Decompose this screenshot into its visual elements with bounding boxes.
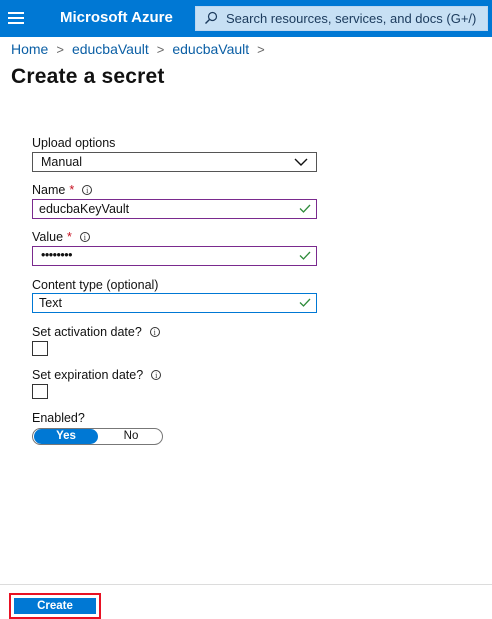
upload-options-dropdown[interactable]: Manual xyxy=(32,152,317,172)
breadcrumb: Home > educbaVault > educbaVault > xyxy=(11,41,273,57)
top-bar: Microsoft Azure xyxy=(0,0,492,37)
expiration-date-label: Set expiration date? i xyxy=(32,368,162,382)
enabled-label: Enabled? xyxy=(32,411,85,425)
required-marker: * xyxy=(69,183,75,197)
required-marker: * xyxy=(67,230,72,244)
upload-options-value: Manual xyxy=(41,155,82,169)
name-label-text: Name xyxy=(32,183,66,197)
info-icon[interactable]: i xyxy=(151,370,162,380)
footer-divider xyxy=(0,584,492,585)
enabled-toggle[interactable]: Yes No xyxy=(32,428,163,445)
expiration-date-label-text: Set expiration date? xyxy=(32,368,144,382)
breadcrumb-home[interactable]: Home xyxy=(11,41,48,57)
page-title: Create a secret xyxy=(11,65,165,88)
breadcrumb-separator: > xyxy=(56,41,64,57)
value-label-text: Value xyxy=(32,230,64,244)
enabled-label-text: Enabled? xyxy=(32,411,85,425)
breadcrumb-separator: > xyxy=(156,41,165,57)
value-field[interactable]: •••••••• xyxy=(32,246,317,266)
create-button[interactable]: Create xyxy=(14,598,96,614)
enabled-yes-option[interactable]: Yes xyxy=(34,429,98,444)
enabled-no-option[interactable]: No xyxy=(103,429,159,444)
name-input[interactable] xyxy=(39,200,289,218)
breadcrumb-vault-current[interactable]: educbaVault xyxy=(172,41,249,57)
activation-date-label-text: Set activation date? xyxy=(32,325,142,339)
content-type-field[interactable] xyxy=(32,293,317,313)
brand-title[interactable]: Microsoft Azure xyxy=(60,9,173,26)
checkmark-icon xyxy=(299,204,311,213)
value-label: Value * i xyxy=(32,230,90,244)
activation-date-label: Set activation date? i xyxy=(32,325,160,339)
value-masked[interactable]: •••••••• xyxy=(41,248,73,262)
hamburger-icon[interactable] xyxy=(8,9,24,27)
checkmark-icon xyxy=(299,298,311,307)
info-icon[interactable]: i xyxy=(149,327,160,337)
search-box[interactable] xyxy=(195,6,492,31)
chevron-down-icon xyxy=(294,158,308,166)
upload-options-label-text: Upload options xyxy=(32,136,116,150)
content-type-label-text: Content type (optional) xyxy=(32,278,159,292)
name-field[interactable] xyxy=(32,199,317,219)
search-icon xyxy=(205,11,218,24)
activation-date-checkbox[interactable] xyxy=(32,341,48,356)
content-type-label: Content type (optional) xyxy=(32,278,158,292)
expiration-date-checkbox[interactable] xyxy=(32,384,48,399)
search-input[interactable] xyxy=(222,7,492,30)
content-type-input[interactable] xyxy=(39,294,289,312)
name-label: Name * i xyxy=(32,183,93,197)
upload-options-label: Upload options xyxy=(32,136,115,150)
info-icon[interactable]: i xyxy=(79,232,90,242)
create-button-highlight: Create xyxy=(9,593,101,619)
checkmark-icon xyxy=(299,251,311,260)
breadcrumb-separator: > xyxy=(257,41,265,57)
breadcrumb-vault[interactable]: educbaVault xyxy=(72,41,149,57)
info-icon[interactable]: i xyxy=(82,185,93,195)
